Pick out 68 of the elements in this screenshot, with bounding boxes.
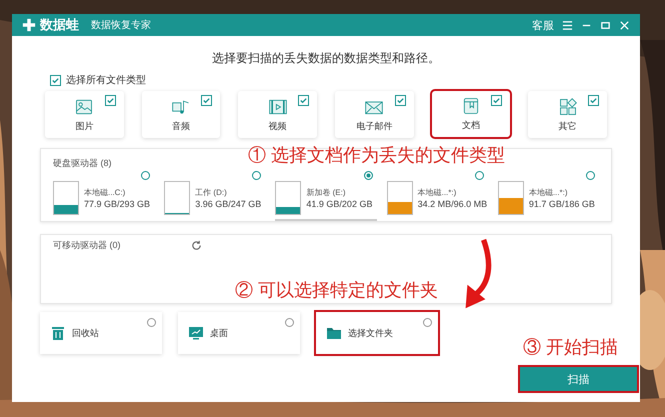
drive-item[interactable]: 本地磁...*:) 34.2 MB/96.0 MB <box>386 171 488 221</box>
select-all-label: 选择所有文件类型 <box>66 74 146 87</box>
file-type-card[interactable]: 文档 <box>432 91 510 137</box>
heading: 选择要扫描的丢失数据的数据类型和路径。 <box>211 50 441 67</box>
checkbox[interactable] <box>298 95 310 106</box>
radio-button[interactable] <box>252 171 262 180</box>
drive-item[interactable]: 本地磁...C:) 77.9 GB/293 GB <box>53 171 154 221</box>
scan-button[interactable]: 扫描 <box>520 367 637 391</box>
checkbox[interactable] <box>104 95 116 106</box>
file-type-label: 其它 <box>558 120 577 132</box>
drive-name: 工作 (D:) <box>195 187 228 198</box>
location-card[interactable]: 桌面 <box>178 312 300 354</box>
support-button[interactable]: 客服 <box>532 18 554 32</box>
radio-button[interactable] <box>586 171 596 180</box>
refresh-icon[interactable] <box>190 240 202 251</box>
monitor-icon <box>188 325 204 341</box>
drive-usage: 91.7 GB/186 GB <box>528 199 595 209</box>
location-label: 选择文件夹 <box>348 326 393 340</box>
folder-icon <box>326 325 342 341</box>
checkbox[interactable] <box>491 95 502 106</box>
drive-item[interactable]: 本地磁...*:) 91.7 GB/186 GB <box>498 171 600 221</box>
section-title: 硬盘驱动器 (8) <box>53 158 112 168</box>
file-type-label: 文档 <box>462 119 480 132</box>
file-type-card[interactable]: 其它 <box>528 91 608 138</box>
drive-name: 新加卷 (E:) <box>306 187 347 198</box>
file-type-label: 音频 <box>172 120 190 132</box>
radio-button[interactable] <box>285 318 294 327</box>
annotation-text: ② 可以选择特定的文件夹 <box>235 279 438 302</box>
file-type-card[interactable]: 图片 <box>45 91 124 138</box>
drive-item[interactable]: 新加卷 (E:) 41.9 GB/202 GB <box>275 171 377 221</box>
maximize-icon[interactable] <box>600 20 611 30</box>
radio-button[interactable] <box>364 171 373 180</box>
location-label: 回收站 <box>72 326 99 340</box>
file-type-label: 视频 <box>268 120 287 132</box>
location-card[interactable]: 回收站 <box>40 312 162 354</box>
trash-icon <box>50 325 66 341</box>
annotation-text: ③ 开始扫描 <box>523 336 618 359</box>
checkbox[interactable] <box>588 95 600 106</box>
checkbox[interactable] <box>201 95 212 106</box>
app-subtitle: 数据恢复专家 <box>91 18 151 32</box>
radio-button[interactable] <box>141 171 150 180</box>
checkbox[interactable] <box>394 95 406 106</box>
radio-button[interactable] <box>423 318 432 327</box>
checkbox[interactable] <box>50 74 61 86</box>
app-logo: 数据蛙 <box>40 16 79 34</box>
drive-usage: 77.9 GB/293 GB <box>84 199 150 209</box>
menu-icon[interactable] <box>562 20 573 30</box>
file-type-card[interactable]: 音频 <box>142 91 220 138</box>
drive-name: 本地磁...C:) <box>84 187 126 198</box>
radio-button[interactable] <box>474 171 484 180</box>
file-type-card[interactable]: 视频 <box>238 91 318 138</box>
drive-usage: 3.96 GB/247 GB <box>195 199 262 209</box>
drive-item[interactable]: 工作 (D:) 3.96 GB/247 GB <box>164 171 266 221</box>
file-type-card[interactable]: 电子邮件 <box>335 91 414 138</box>
file-type-label: 电子邮件 <box>356 120 392 132</box>
drive-name: 本地磁...*:) <box>418 187 458 198</box>
grid-icon <box>558 96 578 116</box>
section-title: 可移动驱动器 (0) <box>53 239 120 252</box>
location-card[interactable]: 选择文件夹 <box>316 312 438 354</box>
drive-name: 本地磁...*:) <box>528 187 568 198</box>
location-label: 桌面 <box>210 326 228 340</box>
close-icon[interactable] <box>619 20 630 30</box>
drive-usage: 34.2 MB/96.0 MB <box>418 199 488 209</box>
annotation-text: ① 选择文档作为丢失的文件类型 <box>248 144 506 167</box>
cross-logo-icon <box>22 18 36 32</box>
radio-button[interactable] <box>147 318 156 327</box>
drive-usage: 41.9 GB/202 GB <box>306 199 372 209</box>
file-type-label: 图片 <box>75 120 94 132</box>
